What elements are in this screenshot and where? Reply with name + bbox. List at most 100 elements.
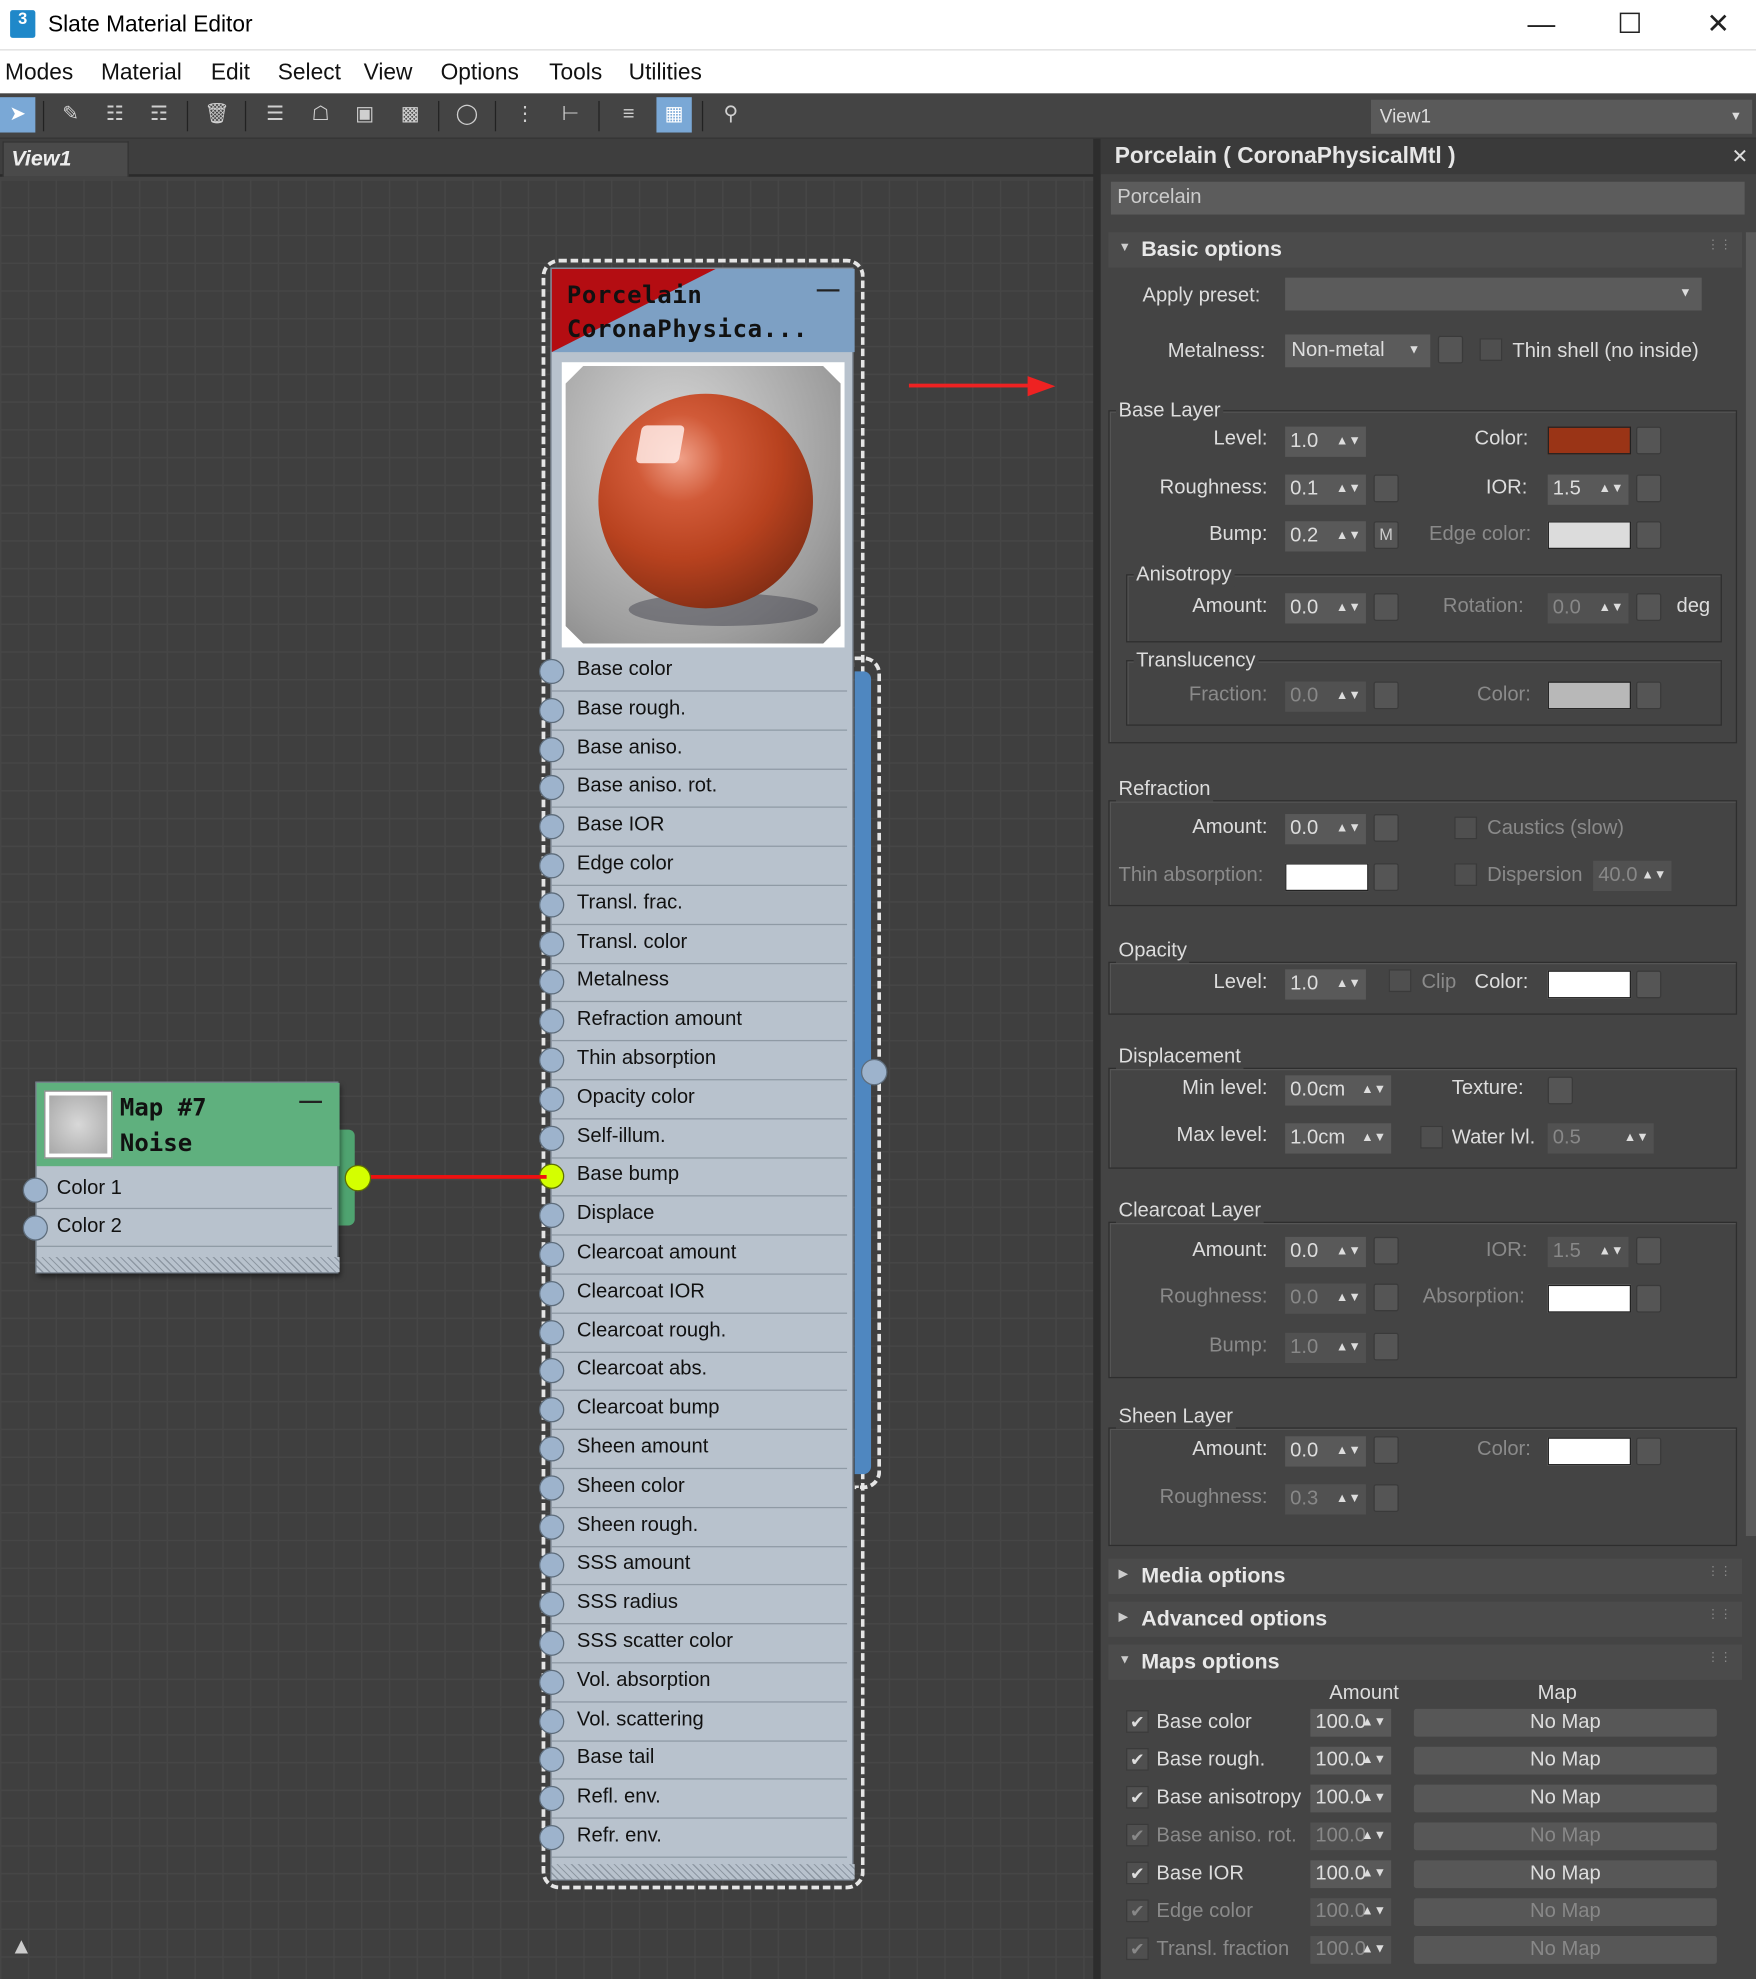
- sheen-color-swatch[interactable]: [1547, 1437, 1632, 1466]
- maximize-button[interactable]: ☐: [1587, 0, 1673, 50]
- input-socket[interactable]: [539, 930, 565, 957]
- base-color-map-button[interactable]: [1636, 426, 1662, 455]
- input-socket[interactable]: [539, 814, 565, 840]
- sheen-roughness-spinner[interactable]: 0.3 ▲▼: [1285, 1484, 1366, 1515]
- opacity-level-spinner[interactable]: 1.0 ▲▼: [1285, 969, 1366, 1000]
- fraction-map-button[interactable]: [1373, 681, 1399, 710]
- clip-checkbox[interactable]: [1388, 969, 1412, 993]
- map-slot-button[interactable]: No Map: [1413, 1708, 1717, 1737]
- material-slot[interactable]: SSS amount: [539, 1547, 848, 1586]
- min-level-spinner[interactable]: 0.0cm ▲▼: [1285, 1075, 1392, 1106]
- noise-slot-color1[interactable]: Color 1: [22, 1171, 333, 1210]
- map-slot-button[interactable]: No Map: [1413, 1936, 1717, 1964]
- map-enable-checkbox[interactable]: ✔: [1126, 1823, 1149, 1847]
- rollout-basic-options[interactable]: ▼ Basic options ⋮⋮: [1108, 232, 1743, 268]
- menu-modes[interactable]: Modes: [5, 59, 73, 86]
- sheen-color-map-button[interactable]: [1636, 1437, 1662, 1466]
- material-slot[interactable]: Vol. absorption: [539, 1663, 848, 1703]
- layout-children-icon[interactable]: ⊢: [553, 97, 588, 132]
- rotation-spinner[interactable]: 0.0 ▲▼: [1547, 593, 1629, 624]
- map-slot-button[interactable]: No Map: [1413, 1860, 1717, 1889]
- drag-grip-icon[interactable]: ⋮⋮: [1707, 1651, 1732, 1665]
- noise-slot-color2[interactable]: Color 2: [22, 1209, 333, 1247]
- material-slot[interactable]: SSS radius: [539, 1585, 848, 1625]
- input-socket[interactable]: [539, 1241, 565, 1268]
- select-by-material-icon[interactable]: ⚲: [713, 97, 748, 132]
- map-enable-checkbox[interactable]: ✔: [1126, 1937, 1149, 1961]
- sheen-amount-spinner[interactable]: 0.0 ▲▼: [1285, 1436, 1366, 1467]
- menu-select[interactable]: Select: [278, 59, 341, 86]
- material-slot[interactable]: Base bump: [539, 1158, 848, 1197]
- delete-icon[interactable]: 🗑: [199, 97, 234, 132]
- material-slot[interactable]: Clearcoat rough.: [539, 1313, 848, 1353]
- material-slot[interactable]: Self-illum.: [539, 1119, 848, 1159]
- input-socket[interactable]: [539, 697, 565, 723]
- sheen-roughness-map-button[interactable]: [1373, 1484, 1399, 1512]
- opacity-color-swatch[interactable]: [1547, 970, 1632, 999]
- input-socket[interactable]: [539, 1319, 565, 1345]
- navigator-icon[interactable]: ▲: [10, 1934, 43, 1967]
- input-socket[interactable]: [539, 1475, 565, 1501]
- node-resize-grip[interactable]: [36, 1257, 340, 1273]
- show-end-result-icon[interactable]: ◯: [449, 97, 484, 132]
- noise-map-node[interactable]: Map #7 Noise — Color 1 Color 2: [22, 1081, 340, 1274]
- water-level-checkbox[interactable]: [1420, 1125, 1443, 1149]
- input-socket[interactable]: [22, 1215, 48, 1241]
- input-socket[interactable]: [539, 1747, 565, 1773]
- menu-view[interactable]: View: [364, 59, 413, 86]
- input-socket[interactable]: [539, 1436, 565, 1462]
- material-slot[interactable]: Refr. env.: [539, 1819, 848, 1858]
- roughness-map-button[interactable]: [1373, 474, 1399, 503]
- input-socket[interactable]: [539, 1514, 565, 1540]
- material-node-header[interactable]: Porcelain CoronaPhysica... —: [551, 268, 855, 353]
- fraction-spinner[interactable]: 0.0 ▲▼: [1285, 681, 1366, 712]
- rollout-media-options[interactable]: ▶ Media options ⋮⋮: [1108, 1558, 1743, 1595]
- refraction-amount-spinner[interactable]: 0.0 ▲▼: [1285, 814, 1366, 845]
- menu-material[interactable]: Material: [101, 59, 182, 86]
- material-slot[interactable]: Clearcoat bump: [539, 1391, 848, 1431]
- clearcoat-roughness-spinner[interactable]: 0.0 ▲▼: [1285, 1283, 1366, 1314]
- material-slot[interactable]: Base tail: [539, 1741, 848, 1781]
- base-roughness-spinner[interactable]: 0.1 ▲▼: [1285, 474, 1366, 505]
- material-slot[interactable]: Clearcoat IOR: [539, 1274, 848, 1314]
- absorption-color-swatch[interactable]: [1547, 1284, 1632, 1313]
- clearcoat-ior-map-button[interactable]: [1636, 1236, 1662, 1265]
- node-resize-grip[interactable]: [551, 1864, 855, 1880]
- input-socket[interactable]: [539, 1358, 565, 1384]
- tab-view1[interactable]: View1: [2, 141, 129, 177]
- material-slot[interactable]: Base IOR: [539, 808, 848, 848]
- input-socket[interactable]: [539, 1630, 565, 1656]
- material-slot[interactable]: Transl. frac.: [539, 886, 848, 925]
- transl-color-map-button[interactable]: [1636, 681, 1662, 710]
- parameter-editor-icon[interactable]: ▦: [656, 97, 692, 133]
- input-socket[interactable]: [539, 1280, 565, 1307]
- drag-grip-icon[interactable]: ⋮⋮: [1707, 1608, 1732, 1622]
- refraction-map-button[interactable]: [1373, 814, 1399, 842]
- material-node[interactable]: Porcelain CoronaPhysica... — Base color B…: [539, 267, 855, 1881]
- metalness-dropdown[interactable]: Non-metal ▼: [1285, 334, 1431, 368]
- material-slot[interactable]: Sheen color: [539, 1469, 848, 1508]
- input-socket[interactable]: [539, 1047, 565, 1073]
- input-socket[interactable]: [539, 736, 565, 762]
- material-slot[interactable]: Transl. color: [539, 925, 848, 964]
- material-slot[interactable]: Vol. scattering: [539, 1702, 848, 1742]
- input-socket[interactable]: [539, 658, 565, 685]
- max-level-spinner[interactable]: 1.0cm ▲▼: [1285, 1123, 1392, 1154]
- drag-grip-icon[interactable]: ⋮⋮: [1707, 1565, 1732, 1579]
- material-slot[interactable]: Displace: [539, 1197, 848, 1236]
- input-socket[interactable]: [539, 1125, 565, 1151]
- menu-options[interactable]: Options: [441, 59, 519, 86]
- material-slot[interactable]: Thin absorption: [539, 1041, 848, 1081]
- material-slot[interactable]: Base color: [539, 653, 848, 692]
- show-map-icon[interactable]: ▣: [347, 97, 382, 132]
- map-amount-spinner[interactable]: 100.0 ▲▼: [1310, 1784, 1392, 1813]
- input-socket[interactable]: [539, 1397, 565, 1423]
- dispersion-spinner[interactable]: 40.0 ▲▼: [1593, 860, 1672, 892]
- rollout-advanced-options[interactable]: ▶ Advanced options ⋮⋮: [1108, 1601, 1743, 1637]
- material-name-field[interactable]: Porcelain: [1110, 181, 1745, 215]
- map-amount-spinner[interactable]: 100.0 ▲▼: [1310, 1746, 1392, 1775]
- input-socket[interactable]: [539, 853, 565, 879]
- material-slot[interactable]: Clearcoat abs.: [539, 1352, 848, 1392]
- clearcoat-amount-map-button[interactable]: [1373, 1236, 1399, 1265]
- input-socket[interactable]: [539, 969, 565, 996]
